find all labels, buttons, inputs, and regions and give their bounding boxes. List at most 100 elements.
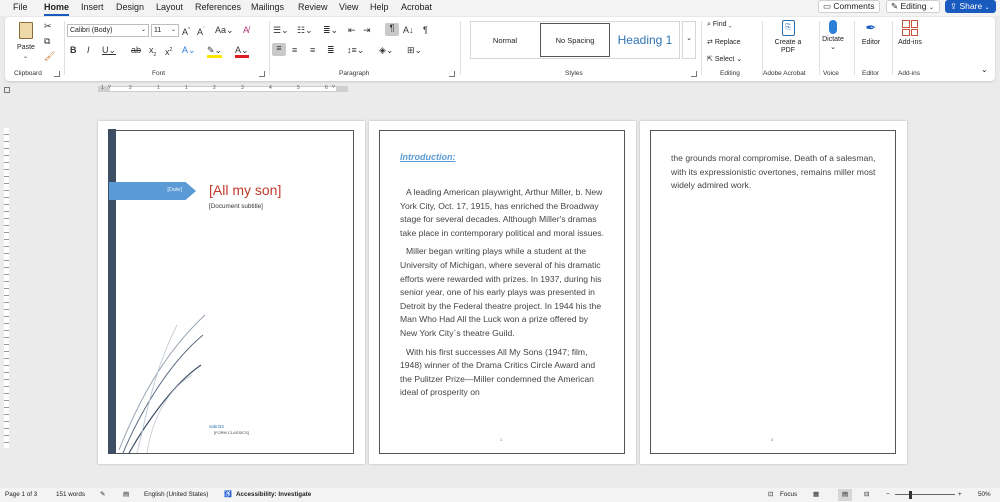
print-layout-icon[interactable]: ▤ bbox=[838, 489, 852, 501]
tab-references[interactable]: References bbox=[195, 2, 241, 12]
styles-launcher-icon[interactable] bbox=[691, 71, 697, 77]
share-button[interactable]: ⇪ Share ⌄ bbox=[945, 0, 996, 13]
add-ins-button[interactable]: Add-ins bbox=[896, 20, 924, 47]
superscript-icon[interactable]: x2 bbox=[165, 45, 172, 57]
read-mode-icon[interactable]: ▦ bbox=[813, 488, 819, 502]
font-name-select[interactable]: Calibri (Body) ⌄ bbox=[67, 24, 149, 37]
bold-icon[interactable]: B bbox=[70, 45, 77, 55]
voice-group-label: Voice bbox=[823, 70, 839, 77]
justify-icon[interactable]: ≣ bbox=[327, 45, 335, 55]
page-count[interactable]: Page 1 of 3 bbox=[5, 488, 37, 502]
comments-button[interactable]: ▭ Comments bbox=[818, 0, 880, 13]
style-heading-1[interactable]: Heading 1 bbox=[611, 23, 679, 57]
tab-mailings[interactable]: Mailings bbox=[251, 2, 284, 12]
replace-button[interactable]: ⇄ Replace bbox=[707, 38, 741, 46]
cover-company[interactable]: [FORM CLASSICS] bbox=[214, 430, 249, 435]
chevron-down-icon: ⌄ bbox=[830, 44, 836, 51]
collapse-ribbon-icon[interactable]: ⌄ bbox=[981, 65, 988, 74]
editor-button[interactable]: ✒ Editor bbox=[858, 20, 884, 47]
line-spacing-icon[interactable]: ↕≡⌄ bbox=[347, 45, 364, 55]
find-button[interactable]: ⌕ Find ⌄ bbox=[707, 21, 732, 29]
text-direction-icon[interactable]: ¶ bbox=[385, 23, 399, 36]
dictate-button[interactable]: Dictate ⌄ bbox=[818, 20, 848, 52]
editing-mode-button[interactable]: ✎ Editing ⌄ bbox=[886, 0, 940, 13]
sort-icon[interactable]: A↓ bbox=[403, 25, 414, 35]
tab-design[interactable]: Design bbox=[116, 2, 144, 12]
zoom-level[interactable]: 50% bbox=[978, 488, 991, 502]
accessibility-status[interactable]: Accessibility: Investigate bbox=[236, 488, 311, 502]
format-painter-icon[interactable]: 🖌 bbox=[44, 51, 55, 61]
indent-marker-icon[interactable]: ▿ bbox=[108, 83, 111, 90]
copy-icon[interactable]: ⧉ bbox=[44, 36, 50, 46]
shading-icon[interactable]: ◈⌄ bbox=[379, 45, 393, 55]
zoom-slider-thumb[interactable] bbox=[909, 491, 912, 499]
numbering-icon[interactable]: ☷⌄ bbox=[297, 25, 313, 35]
bullets-icon[interactable]: ☰⌄ bbox=[273, 25, 289, 35]
strikethrough-icon[interactable]: ab bbox=[131, 45, 141, 55]
microphone-icon bbox=[829, 20, 837, 34]
italic-icon[interactable]: I bbox=[87, 45, 90, 55]
cover-author[interactable]: sabri33 bbox=[209, 424, 224, 429]
grow-font-icon[interactable]: A^ bbox=[182, 25, 190, 37]
clear-formatting-icon[interactable]: A̸ bbox=[243, 25, 249, 35]
tab-view[interactable]: View bbox=[339, 2, 358, 12]
tab-home[interactable]: Home bbox=[44, 2, 70, 16]
font-size-select[interactable]: 11 ⌄ bbox=[151, 24, 179, 37]
subscript-icon[interactable]: x2 bbox=[149, 45, 156, 60]
borders-icon[interactable]: ⊞⌄ bbox=[407, 45, 422, 55]
right-indent-marker-icon[interactable]: ▿ bbox=[332, 83, 335, 90]
tab-review[interactable]: Review bbox=[298, 2, 328, 12]
decrease-indent-icon[interactable]: ⇤ bbox=[348, 25, 356, 35]
underline-icon[interactable]: U⌄ bbox=[102, 45, 116, 55]
tab-file[interactable]: File bbox=[13, 2, 28, 12]
page2-body[interactable]: A leading American playwright, Arthur Mi… bbox=[400, 186, 606, 405]
increase-indent-icon[interactable]: ⇥ bbox=[363, 25, 371, 35]
create-pdf-button[interactable]: ⎘ Create a PDF bbox=[768, 20, 808, 55]
shrink-font-icon[interactable]: Aˇ bbox=[197, 25, 205, 37]
paste-button[interactable]: Paste ⌄ bbox=[13, 20, 39, 64]
focus-button[interactable]: Focus bbox=[780, 488, 797, 502]
language-indicator[interactable]: English (United States) bbox=[144, 488, 208, 502]
zoom-slider[interactable] bbox=[895, 494, 955, 495]
style-normal[interactable]: Normal bbox=[473, 23, 537, 57]
styles-more-button[interactable]: ⌄ bbox=[682, 21, 696, 59]
zoom-in-icon[interactable]: + bbox=[958, 488, 962, 502]
comment-icon: ▭ bbox=[823, 1, 832, 11]
clipboard-launcher-icon[interactable] bbox=[54, 71, 60, 77]
font-launcher-icon[interactable] bbox=[259, 71, 265, 77]
cover-title[interactable]: [All my son] bbox=[209, 182, 281, 198]
cover-subtitle[interactable]: [Document subtitle] bbox=[209, 203, 263, 210]
zoom-out-icon[interactable]: − bbox=[886, 488, 890, 502]
multilevel-list-icon[interactable]: ≣⌄ bbox=[323, 25, 338, 35]
chevron-down-icon: ⌄ bbox=[23, 54, 29, 60]
intro-heading[interactable]: Introduction: bbox=[400, 152, 456, 162]
align-right-icon[interactable]: ≡ bbox=[310, 45, 315, 55]
font-color-icon[interactable]: A⌄ bbox=[235, 45, 249, 58]
tab-help[interactable]: Help bbox=[370, 2, 389, 12]
web-layout-icon[interactable]: ⊟ bbox=[864, 488, 869, 502]
cut-icon[interactable]: ✂ bbox=[44, 21, 52, 31]
cursor-icon: ⇱ bbox=[707, 56, 713, 63]
tab-insert[interactable]: Insert bbox=[81, 2, 104, 12]
style-no-spacing[interactable]: No Spacing bbox=[540, 23, 610, 57]
read-aloud-icon[interactable]: ▤ bbox=[123, 488, 129, 502]
show-marks-icon[interactable]: ¶ bbox=[423, 25, 428, 35]
align-left-icon[interactable]: ≡ bbox=[272, 43, 286, 56]
paragraph-launcher-icon[interactable] bbox=[449, 71, 455, 77]
tab-selector-icon[interactable] bbox=[4, 87, 10, 93]
select-button[interactable]: ⇱ Select ⌄ bbox=[707, 55, 742, 63]
word-count[interactable]: 151 words bbox=[56, 488, 85, 502]
tab-acrobat[interactable]: Acrobat bbox=[401, 2, 432, 12]
date-banner[interactable]: [Date] bbox=[109, 182, 196, 200]
focus-icon[interactable]: ⊡ bbox=[768, 488, 773, 502]
tab-layout[interactable]: Layout bbox=[156, 2, 183, 12]
accessibility-icon[interactable]: ♿ bbox=[224, 488, 232, 502]
page-2: Introduction: A leading American playwri… bbox=[369, 121, 636, 464]
change-case-icon[interactable]: Aa⌄ bbox=[215, 25, 234, 35]
page3-body[interactable]: the grounds moral compromise. Death of a… bbox=[671, 152, 877, 193]
highlight-icon[interactable]: ✎⌄ bbox=[207, 45, 223, 58]
text-effects-icon[interactable]: A⌄ bbox=[182, 45, 196, 55]
chevron-down-icon: ⌄ bbox=[140, 27, 146, 33]
align-center-icon[interactable]: ≡ bbox=[292, 45, 297, 55]
proofing-icon[interactable]: ✎ bbox=[100, 488, 105, 502]
